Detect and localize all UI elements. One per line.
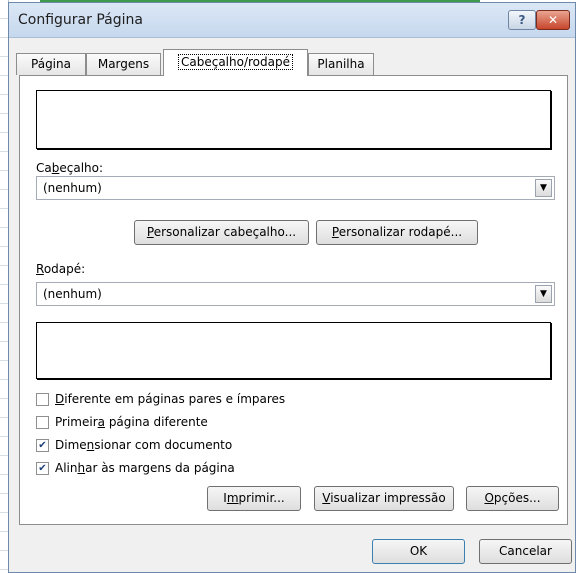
tab-label: Cabeçalho/rodapé — [178, 54, 293, 70]
checkbox-label: Primeira página diferente — [55, 415, 208, 429]
chevron-down-icon[interactable]: ▼ — [535, 179, 552, 197]
custom-header-button[interactable]: Personalizar cabeçalho... — [134, 220, 309, 245]
footer-label: Rodapé: — [36, 262, 86, 276]
options-button[interactable]: Opções... — [466, 486, 559, 511]
header-label: Cabeçalho: — [36, 161, 104, 175]
checkbox-box[interactable] — [36, 416, 49, 429]
checkmark-icon[interactable]: ✔ — [36, 439, 49, 452]
header-preview — [36, 90, 551, 149]
page-setup-dialog: Configurar Página ? ✕ Página Margens Cab… — [8, 2, 576, 573]
dialog-title: Configurar Página — [18, 12, 143, 28]
ok-button[interactable]: OK — [372, 539, 465, 564]
header-select[interactable]: (nenhum) ▼ — [36, 176, 555, 200]
tab-planilha[interactable]: Planilha — [308, 53, 374, 75]
tab-panel: Cabeçalho: (nenhum) ▼ Personalizar cabeç… — [19, 75, 568, 525]
footer-select-value: (nenhum) — [43, 287, 102, 301]
chevron-down-icon[interactable]: ▼ — [535, 285, 552, 303]
footer-preview — [36, 322, 551, 379]
checkbox-label: Diferente em páginas pares e ímpares — [55, 392, 286, 406]
checkbox-label: Alinhar às margens da página — [55, 461, 235, 475]
header-select-value: (nenhum) — [43, 181, 102, 195]
footer-select[interactable]: (nenhum) ▼ — [36, 282, 555, 306]
title-bar[interactable]: Configurar Página ? ✕ — [9, 3, 575, 38]
close-button[interactable]: ✕ — [536, 10, 570, 30]
tab-margens[interactable]: Margens — [86, 53, 161, 75]
print-preview-button[interactable]: Visualizar impressão — [314, 486, 454, 511]
checkmark-icon[interactable]: ✔ — [36, 462, 49, 475]
help-button[interactable]: ? — [508, 10, 536, 30]
tab-pagina[interactable]: Página — [16, 53, 86, 75]
cancel-button[interactable]: Cancelar — [479, 539, 572, 564]
checkbox-box[interactable] — [36, 393, 49, 406]
checkbox-label: Dimensionar com documento — [55, 438, 233, 452]
custom-footer-button[interactable]: Personalizar rodapé... — [316, 220, 478, 245]
tab-cabecalho-rodape[interactable]: Cabeçalho/rodapé — [163, 49, 308, 76]
print-button[interactable]: Imprimir... — [207, 486, 301, 511]
